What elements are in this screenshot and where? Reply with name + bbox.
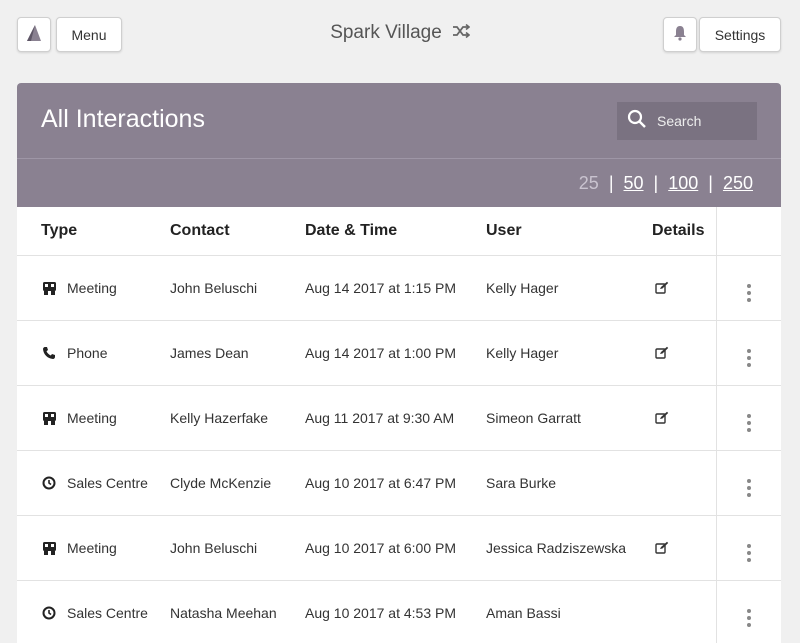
- cell-details: [652, 386, 716, 451]
- table-row[interactable]: Meeting John BeluschiAug 14 2017 at 1:15 …: [17, 256, 781, 321]
- page-size-100[interactable]: 100: [668, 173, 698, 194]
- cell-datetime: Aug 10 2017 at 4:53 PM: [305, 581, 486, 643]
- cell-datetime: Aug 10 2017 at 6:00 PM: [305, 516, 486, 581]
- table-row[interactable]: Meeting John BeluschiAug 10 2017 at 6:00 …: [17, 516, 781, 581]
- notifications-button[interactable]: [663, 17, 697, 52]
- cell-type: Meeting: [17, 516, 170, 581]
- cell-details: [652, 256, 716, 321]
- more-options-icon[interactable]: [747, 544, 751, 562]
- cell-type: Meeting: [17, 256, 170, 321]
- cell-actions: [716, 451, 781, 516]
- meeting-icon: [41, 410, 57, 426]
- cell-contact: John Beluschi: [170, 256, 305, 321]
- edit-icon[interactable]: [654, 344, 670, 360]
- clock-icon: [41, 475, 57, 491]
- table-row[interactable]: Meeting Kelly HazerfakeAug 11 2017 at 9:3…: [17, 386, 781, 451]
- cell-type: Sales Centre: [17, 581, 170, 643]
- type-label: Meeting: [67, 410, 117, 426]
- edit-icon[interactable]: [654, 279, 670, 295]
- type-label: Phone: [67, 345, 107, 361]
- interactions-card: All Interactions Search 25 | 50 | 100 | …: [17, 83, 781, 643]
- table-row[interactable]: Sales Centre Natasha MeehanAug 10 2017 at…: [17, 581, 781, 643]
- clock-icon: [41, 605, 57, 621]
- column-header-contact: Contact: [170, 207, 305, 256]
- more-options-icon[interactable]: [747, 479, 751, 497]
- edit-icon[interactable]: [654, 539, 670, 555]
- cell-actions: [716, 256, 781, 321]
- separator: |: [708, 173, 713, 194]
- more-options-icon[interactable]: [747, 414, 751, 432]
- cell-contact: Clyde McKenzie: [170, 451, 305, 516]
- cell-details: [652, 516, 716, 581]
- page-size-current: 25: [579, 173, 599, 194]
- cell-datetime: Aug 14 2017 at 1:15 PM: [305, 256, 486, 321]
- interactions-table: Type Contact Date & Time User Details Me…: [17, 207, 781, 643]
- bell-icon: [673, 25, 687, 44]
- edit-icon[interactable]: [654, 409, 670, 425]
- cell-user: Aman Bassi: [486, 581, 652, 643]
- column-header-type: Type: [17, 207, 170, 256]
- search-placeholder: Search: [657, 113, 701, 129]
- cell-contact: Kelly Hazerfake: [170, 386, 305, 451]
- cell-type: Phone: [17, 321, 170, 386]
- cell-user: Kelly Hager: [486, 256, 652, 321]
- search-icon: [627, 109, 647, 134]
- page-size-50[interactable]: 50: [624, 173, 644, 194]
- cell-type: Sales Centre: [17, 451, 170, 516]
- column-header-datetime: Date & Time: [305, 207, 486, 256]
- column-header-user: User: [486, 207, 652, 256]
- page-size-250[interactable]: 250: [723, 173, 753, 194]
- page-size-selector: 25 | 50 | 100 | 250: [579, 173, 753, 194]
- more-options-icon[interactable]: [747, 609, 751, 627]
- more-options-icon[interactable]: [747, 284, 751, 302]
- shuffle-icon: [452, 22, 470, 44]
- meeting-icon: [41, 540, 57, 556]
- type-label: Meeting: [67, 540, 117, 556]
- cell-datetime: Aug 14 2017 at 1:00 PM: [305, 321, 486, 386]
- cell-user: Simeon Garratt: [486, 386, 652, 451]
- type-label: Sales Centre: [67, 605, 148, 621]
- meeting-icon: [41, 280, 57, 296]
- cell-contact: Natasha Meehan: [170, 581, 305, 643]
- search-box[interactable]: Search: [617, 102, 757, 140]
- more-options-icon[interactable]: [747, 349, 751, 367]
- cell-datetime: Aug 10 2017 at 6:47 PM: [305, 451, 486, 516]
- top-bar: Menu Spark Village Settings: [0, 0, 800, 70]
- card-title: All Interactions: [41, 105, 205, 134]
- phone-icon: [41, 345, 57, 361]
- cell-actions: [716, 581, 781, 643]
- table-body: MeetingJohn BeluschiAug 14 2017 at 1:15 …: [17, 256, 781, 643]
- cell-user: Jessica Radziszewska: [486, 516, 652, 581]
- card-header: All Interactions Search 25 | 50 | 100 | …: [17, 83, 781, 207]
- cell-details: [652, 581, 716, 643]
- cell-user: Sara Burke: [486, 451, 652, 516]
- separator: |: [654, 173, 659, 194]
- cell-actions: [716, 516, 781, 581]
- separator: |: [609, 173, 614, 194]
- column-header-actions: [716, 207, 781, 256]
- cell-details: [652, 321, 716, 386]
- cell-contact: James Dean: [170, 321, 305, 386]
- table-header-row: Type Contact Date & Time User Details: [17, 207, 781, 256]
- app-title: Spark Village: [330, 22, 442, 44]
- cell-type: Meeting: [17, 386, 170, 451]
- settings-button[interactable]: Settings: [699, 17, 781, 52]
- cell-actions: [716, 321, 781, 386]
- cell-details: [652, 451, 716, 516]
- type-label: Meeting: [67, 280, 117, 296]
- cell-actions: [716, 386, 781, 451]
- table-row[interactable]: Sales Centre Clyde McKenzieAug 10 2017 at…: [17, 451, 781, 516]
- type-label: Sales Centre: [67, 475, 148, 491]
- column-header-details: Details: [652, 207, 716, 256]
- header-divider: [17, 158, 781, 159]
- cell-datetime: Aug 11 2017 at 9:30 AM: [305, 386, 486, 451]
- cell-contact: John Beluschi: [170, 516, 305, 581]
- table-row[interactable]: Phone James DeanAug 14 2017 at 1:00 PMKel…: [17, 321, 781, 386]
- cell-user: Kelly Hager: [486, 321, 652, 386]
